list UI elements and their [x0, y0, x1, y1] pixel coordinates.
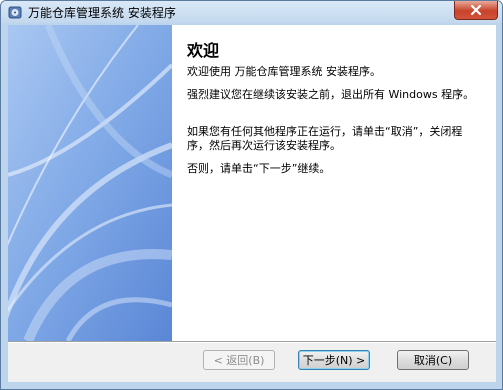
welcome-text: 欢迎使用 万能仓库管理系统 安装程序。 — [187, 65, 381, 78]
title-bar[interactable]: 万能仓库管理系统 安装程序 — [1, 1, 502, 23]
close-button[interactable] — [454, 1, 498, 20]
installer-window: 万能仓库管理系统 安装程序 欢迎 欢迎使用 万能仓库管理系统 安装程序。 强烈建… — [0, 0, 503, 390]
wizard-banner-image — [8, 25, 172, 341]
cancel-button[interactable]: 取消(C) — [397, 350, 469, 370]
close-icon — [470, 1, 482, 20]
dialog-client-area: 欢迎 欢迎使用 万能仓库管理系统 安装程序。 强烈建议您在继续该安装之前，退出所… — [8, 25, 496, 382]
welcome-panel: 欢迎 欢迎使用 万能仓库管理系统 安装程序。 强烈建议您在继续该安装之前，退出所… — [172, 25, 496, 341]
continue-instructions-text: 否则，请单击“下一步”继续。 — [187, 162, 331, 175]
window-title: 万能仓库管理系统 安装程序 — [28, 6, 176, 20]
cancel-instructions-text: 如果您有任何其他程序正在运行，请单击“取消”，关闭程序，然后再次运行该安装程序。 — [187, 125, 463, 152]
next-button[interactable]: 下一步(N) > — [298, 350, 370, 370]
setup-disk-icon — [7, 4, 23, 20]
button-bar-divider — [8, 341, 496, 343]
exit-programs-text: 强烈建议您在继续该安装之前，退出所有 Windows 程序。 — [187, 88, 475, 101]
page-title: 欢迎 — [187, 41, 220, 60]
back-button[interactable]: < 返回(B) — [203, 350, 275, 370]
